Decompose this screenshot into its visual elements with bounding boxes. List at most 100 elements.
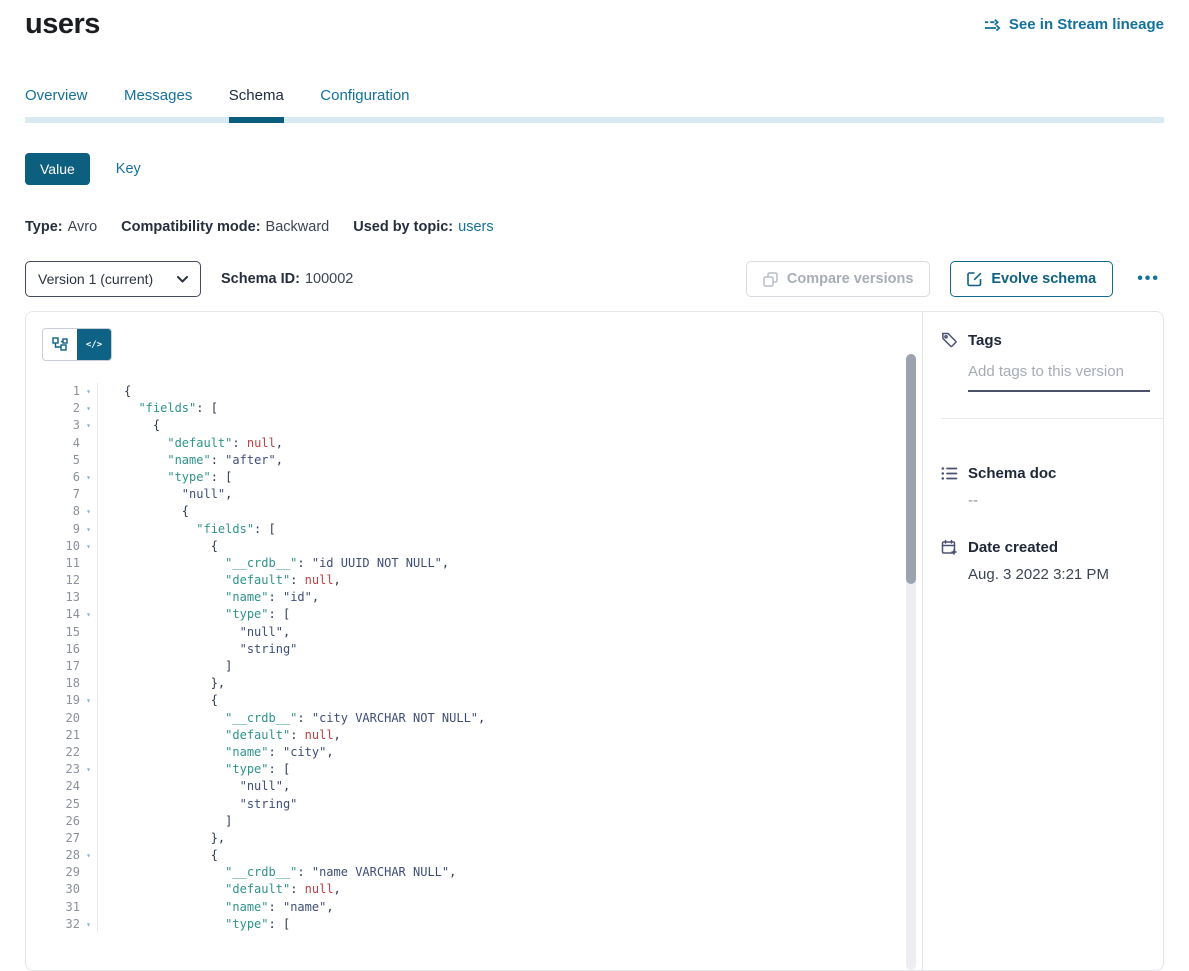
code-line: 32▾ "type": [ [42,916,922,933]
stream-lineage-link[interactable]: See in Stream lineage [984,16,1164,33]
code-text: "name": "name", [97,899,334,916]
code-text: "fields": [ [97,521,276,538]
schema-editor: </> 1▾{2▾ "fields": [3▾ {4 "default": nu… [26,312,922,970]
line-number: 25 [42,796,80,813]
stream-lineage-icon [984,18,1001,32]
tab-overview[interactable]: Overview [25,87,88,117]
code-text: "__crdb__": "id UUID NOT NULL", [97,555,449,572]
schema-doc-heading-row: Schema doc [941,465,1145,482]
code-text: "null", [97,778,290,795]
schema-id: Schema ID:100002 [221,271,353,287]
code-view-button[interactable]: </> [77,329,111,360]
line-number: 1 [42,383,80,400]
code-text: "type": [ [97,469,232,486]
code-line: 27 }, [42,830,922,847]
fold-spacer [80,864,97,881]
topic-link[interactable]: users [458,219,493,235]
tags-section: Tags [941,332,1145,392]
fold-spacer [80,641,97,658]
fold-spacer [80,899,97,916]
tab-schema[interactable]: Schema [229,87,284,117]
line-number: 16 [42,641,80,658]
value-toggle-button[interactable]: Value [25,153,90,185]
fold-toggle-icon[interactable]: ▾ [80,469,97,486]
fold-toggle-icon[interactable]: ▾ [80,761,97,778]
code-text: { [97,383,131,400]
code-text: "type": [ [97,916,290,933]
line-number: 7 [42,486,80,503]
line-number: 8 [42,503,80,520]
scrollbar-thumb[interactable] [906,354,916,584]
tags-heading-row: Tags [941,332,1145,349]
tab-messages[interactable]: Messages [124,87,192,117]
compare-versions-button[interactable]: Compare versions [746,261,931,297]
fold-toggle-icon[interactable]: ▾ [80,521,97,538]
date-created-section: Date created Aug. 3 2022 3:21 PM [941,539,1145,583]
code-line: 26 ] [42,813,922,830]
code-text: "default": null, [97,572,341,589]
fold-spacer [80,658,97,675]
code-line: 6▾ "type": [ [42,469,922,486]
line-number: 12 [42,572,80,589]
fold-toggle-icon[interactable]: ▾ [80,538,97,555]
code-text: }, [97,830,225,847]
line-number: 9 [42,521,80,538]
tree-view-icon [52,337,68,353]
code-text: "default": null, [97,435,283,452]
line-number: 6 [42,469,80,486]
code-text: "null", [97,624,290,641]
schema-page: users See in Stream lineage Overview Mes… [0,0,1189,971]
fold-toggle-icon[interactable]: ▾ [80,692,97,709]
line-number: 14 [42,606,80,623]
code-line: 4 "default": null, [42,435,922,452]
fold-toggle-icon[interactable]: ▾ [80,847,97,864]
fold-toggle-icon[interactable]: ▾ [80,606,97,623]
line-number: 2 [42,400,80,417]
key-toggle-link[interactable]: Key [116,161,141,177]
code-text: "default": null, [97,881,341,898]
tree-view-button[interactable] [43,329,77,360]
fold-toggle-icon[interactable]: ▾ [80,417,97,434]
meta-type: Type:Avro [25,219,97,235]
fold-toggle-icon[interactable]: ▾ [80,383,97,400]
code-line: 1▾{ [42,383,922,400]
fold-toggle-icon[interactable]: ▾ [80,503,97,520]
tab-configuration[interactable]: Configuration [320,87,409,117]
code-line: 18 }, [42,675,922,692]
chevron-down-icon [177,276,188,283]
more-actions-button[interactable]: ••• [1133,270,1164,288]
evolve-schema-button[interactable]: Evolve schema [950,261,1113,297]
fold-toggle-icon[interactable]: ▾ [80,400,97,417]
fold-spacer [80,796,97,813]
version-select-value: Version 1 (current) [38,271,153,287]
stream-lineage-label: See in Stream lineage [1009,16,1164,33]
code-text: "type": [ [97,761,290,778]
line-number: 32 [42,916,80,933]
code-text: { [97,847,218,864]
line-number: 21 [42,727,80,744]
fold-spacer [80,452,97,469]
schema-doc-section: Schema doc -- [941,465,1145,509]
schema-meta: Type:Avro Compatibility mode:Backward Us… [25,219,1164,235]
code-line: 14▾ "type": [ [42,606,922,623]
line-number: 24 [42,778,80,795]
code-line: 9▾ "fields": [ [42,521,922,538]
fold-spacer [80,675,97,692]
code-line: 29 "__crdb__": "name VARCHAR NULL", [42,864,922,881]
code-text: { [97,503,189,520]
code-line: 8▾ { [42,503,922,520]
page-header: users See in Stream lineage [25,0,1164,41]
code-text: "string" [97,641,297,658]
fold-toggle-icon[interactable]: ▾ [80,916,97,933]
meta-used-by-topic: Used by topic:users [353,219,493,235]
version-select[interactable]: Version 1 (current) [25,261,201,297]
code-lines: 1▾{2▾ "fields": [3▾ {4 "default": null,5… [42,383,922,933]
fold-spacer [80,486,97,503]
editor-scrollbar[interactable] [906,354,916,970]
code-line: 20 "__crdb__": "city VARCHAR NOT NULL", [42,710,922,727]
add-tags-input[interactable] [968,363,1150,392]
fold-spacer [80,435,97,452]
code-view-icon: </> [86,340,102,350]
code-line: 12 "default": null, [42,572,922,589]
line-number: 13 [42,589,80,606]
